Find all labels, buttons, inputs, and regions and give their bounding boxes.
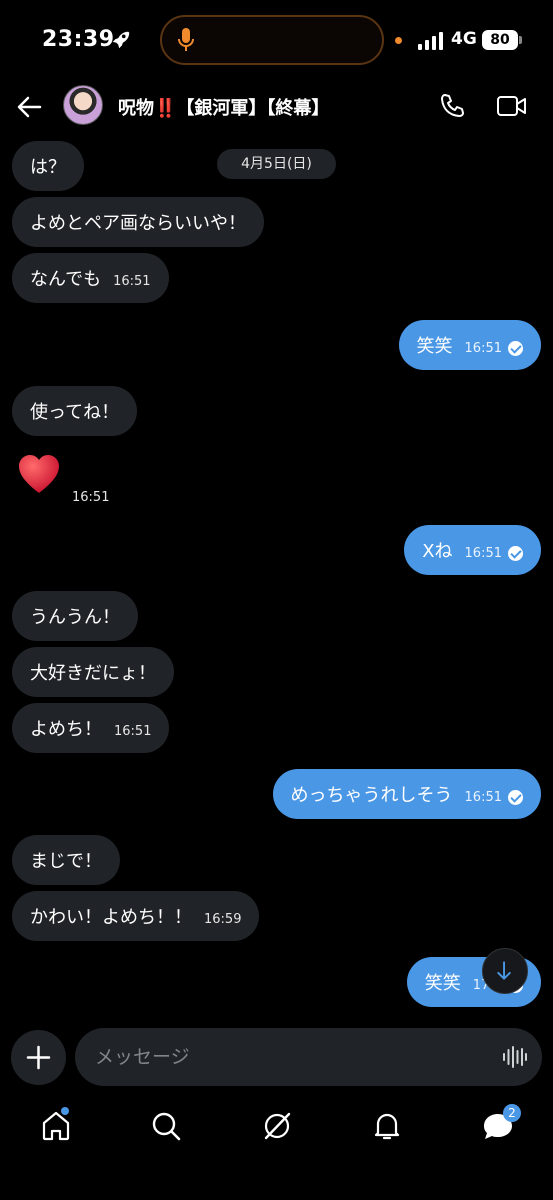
message-bubble-incoming[interactable]: よめとペア画ならいいや！ xyxy=(12,197,264,247)
read-check-icon xyxy=(508,340,523,356)
grok-icon[interactable] xyxy=(261,1110,293,1142)
message-text: Xね xyxy=(422,541,453,562)
message-text: よめち！ xyxy=(30,719,102,740)
battery-tip xyxy=(519,36,522,44)
message-text: なんでも xyxy=(30,269,102,290)
message-text: は？ xyxy=(30,157,66,178)
message-text: めっちゃうれしそう xyxy=(290,785,453,806)
signal-icon xyxy=(418,32,443,50)
arrow-down-icon xyxy=(497,961,511,980)
message-time: 16:51 xyxy=(464,340,502,356)
heart-icon[interactable] xyxy=(16,451,62,497)
message-time: 16:51 xyxy=(113,273,151,289)
chat-header: 呪物‼️【銀河軍】【終幕】 xyxy=(0,76,553,138)
battery-level: 80 xyxy=(482,30,518,50)
date-separator: 4月5日(日) xyxy=(217,149,336,179)
message-text: 大好きだにょ！ xyxy=(30,663,156,684)
chat-title[interactable]: 呪物‼️【銀河軍】【終幕】 xyxy=(118,94,329,120)
read-check-icon xyxy=(508,789,523,805)
message-input[interactable] xyxy=(95,1028,495,1086)
message-time: 16:51 xyxy=(464,545,502,561)
message-bubble-incoming[interactable]: 使ってね！ xyxy=(12,386,138,436)
message-text: 笑笑 xyxy=(424,973,461,994)
message-text: 使ってね！ xyxy=(30,402,120,423)
read-check-icon xyxy=(508,545,523,561)
waveform-icon[interactable] xyxy=(502,1045,528,1069)
attach-button[interactable] xyxy=(11,1030,66,1085)
message-bubble-outgoing[interactable]: めっちゃうれしそう 16:51 xyxy=(272,769,541,819)
home-notification-dot xyxy=(61,1107,69,1115)
messages-badge: 2 xyxy=(503,1104,521,1122)
search-icon[interactable] xyxy=(150,1110,182,1142)
message-time: 16:51 xyxy=(72,490,110,505)
message-bubble-outgoing[interactable]: Xね 16:51 xyxy=(404,525,541,575)
message-bubble-incoming[interactable]: は？ xyxy=(12,141,84,191)
home-icon[interactable] xyxy=(40,1110,72,1142)
bottom-nav: 2 xyxy=(0,1096,553,1200)
message-bubble-incoming[interactable]: なんでも 16:51 xyxy=(12,253,169,303)
message-bubble-incoming[interactable]: まじで！ xyxy=(12,835,120,885)
message-composer xyxy=(75,1028,542,1086)
message-bubble-incoming[interactable]: 大好きだにょ！ xyxy=(12,647,174,697)
rocket-icon xyxy=(112,31,130,49)
message-time: 16:51 xyxy=(464,789,502,805)
message-bubble-incoming[interactable]: よめち！ 16:51 xyxy=(12,703,170,753)
mic-icon xyxy=(178,28,194,51)
phone-icon[interactable] xyxy=(439,93,465,119)
message-time: 16:51 xyxy=(114,723,152,739)
message-bubble-incoming[interactable]: うんうん！ xyxy=(12,591,138,641)
group-avatar[interactable] xyxy=(63,85,103,125)
message-text: 笑笑 xyxy=(416,336,453,357)
bell-icon[interactable] xyxy=(371,1110,403,1142)
message-text: よめとペア画ならいいや！ xyxy=(30,213,246,234)
network-type: 4G xyxy=(451,29,477,49)
status-time: 23:39 xyxy=(42,27,115,52)
message-text: うんうん！ xyxy=(30,607,120,628)
message-time: 16:59 xyxy=(204,911,242,927)
back-arrow-icon[interactable] xyxy=(16,94,42,120)
message-bubble-outgoing[interactable]: 笑笑 16:51 xyxy=(398,320,541,370)
scroll-to-bottom-button[interactable] xyxy=(482,948,528,994)
message-text: かわい！よめち！！ xyxy=(30,907,192,928)
status-bar: 23:39 4G 80 xyxy=(0,0,553,76)
video-icon[interactable] xyxy=(497,94,527,118)
privacy-indicator xyxy=(395,37,402,44)
message-bubble-incoming[interactable]: かわい！よめち！！ 16:59 xyxy=(12,891,260,941)
message-text: まじで！ xyxy=(30,851,102,872)
plus-icon xyxy=(26,1045,51,1070)
